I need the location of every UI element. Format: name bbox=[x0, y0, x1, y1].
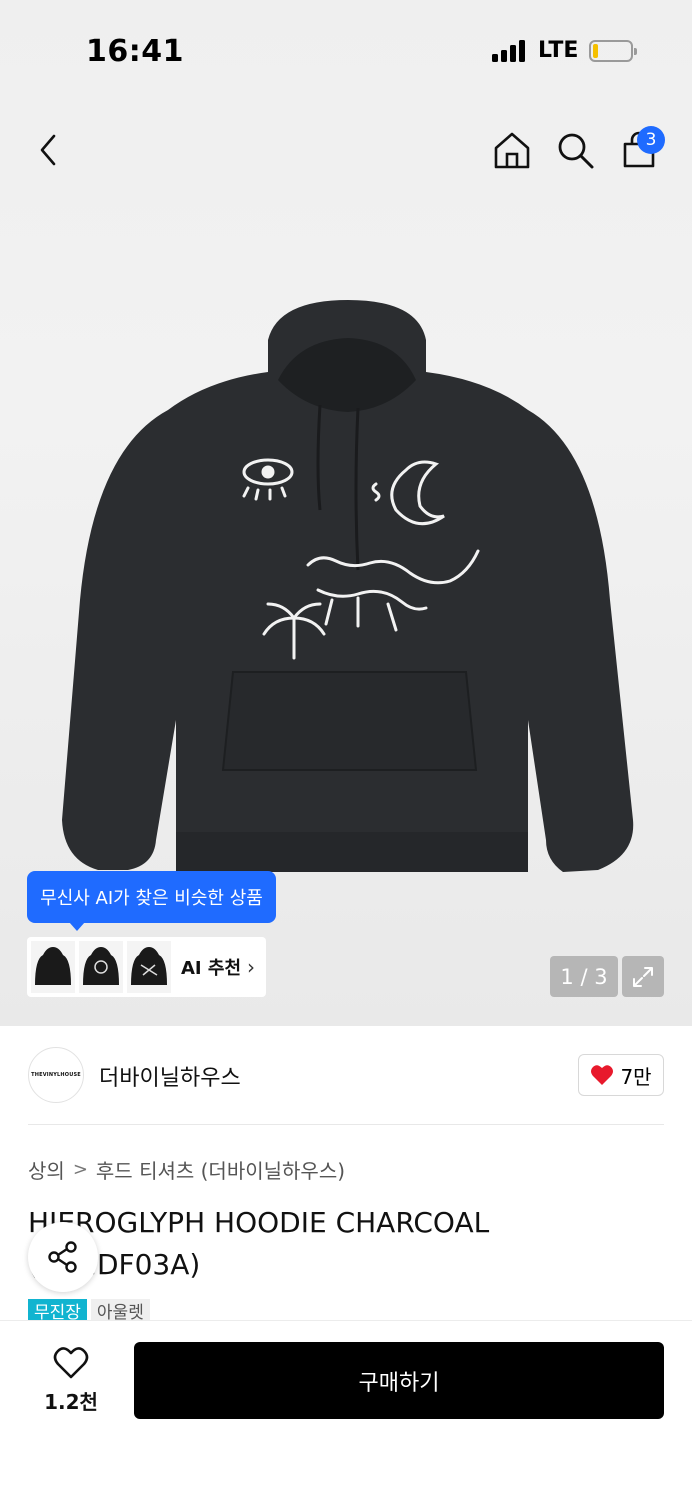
status-time: 16:41 bbox=[86, 34, 184, 69]
chevron-left-icon bbox=[40, 134, 56, 166]
search-button[interactable] bbox=[553, 128, 597, 172]
signal-icon bbox=[492, 40, 528, 62]
heart-outline-icon bbox=[53, 1347, 89, 1379]
product-image[interactable] bbox=[58, 300, 636, 878]
cart-count-badge: 3 bbox=[637, 126, 665, 154]
product-title: HIEROGLYPH HOODIE CHARCOAL (VH2DF03A) bbox=[28, 1206, 490, 1281]
battery-icon bbox=[589, 40, 637, 62]
top-nav bbox=[0, 110, 692, 190]
chevron-right-icon: > bbox=[72, 1159, 88, 1180]
ai-thumb-1[interactable] bbox=[31, 941, 75, 993]
back-button[interactable] bbox=[27, 128, 71, 172]
divider bbox=[28, 1124, 664, 1125]
brand-row[interactable]: THEVINYLHOUSE 더바이닐하우스 7만 bbox=[28, 1046, 664, 1106]
breadcrumb-category[interactable]: 상의 bbox=[28, 1155, 65, 1184]
ai-recommend-label: AI 추천 bbox=[181, 958, 242, 979]
ai-similar-tooltip[interactable]: 무신사 AI가 찾은 비슷한 상품 bbox=[27, 871, 276, 931]
breadcrumb: 상의 > 후드 티셔츠 (더바이닐하우스) bbox=[28, 1155, 345, 1184]
brand-like-button[interactable]: 7만 bbox=[578, 1054, 664, 1096]
brand-like-count: 7만 bbox=[620, 1064, 652, 1089]
network-label: LTE bbox=[538, 38, 579, 63]
share-button[interactable] bbox=[28, 1222, 98, 1292]
brand-logo-text: THEVINYLHOUSE bbox=[31, 1072, 81, 1078]
chevron-right-icon: › bbox=[247, 955, 256, 979]
home-button[interactable] bbox=[490, 128, 534, 172]
home-icon bbox=[494, 132, 530, 169]
ai-recommend-card[interactable]: AI 추천 › bbox=[27, 937, 266, 997]
heart-filled-icon bbox=[591, 1065, 614, 1085]
product-hero: 16:41 LTE 3 무신사 AI가 찾은 비슷한 상품 AI 추천 › 1 … bbox=[0, 0, 692, 1026]
image-page-indicator: 1 / 3 bbox=[550, 956, 618, 997]
ai-thumb-3[interactable] bbox=[127, 941, 171, 993]
wishlist-button[interactable]: 1.2천 bbox=[40, 1344, 102, 1414]
share-icon bbox=[48, 1241, 77, 1273]
status-bar: 16:41 LTE bbox=[0, 0, 692, 100]
wishlist-count: 1.2천 bbox=[44, 1390, 98, 1414]
search-icon bbox=[558, 133, 594, 169]
brand-name[interactable]: 더바이닐하우스 bbox=[99, 1060, 241, 1092]
expand-icon bbox=[633, 966, 653, 987]
brand-logo[interactable]: THEVINYLHOUSE bbox=[28, 1047, 84, 1103]
ai-thumb-2[interactable] bbox=[79, 941, 123, 993]
ai-tooltip-text: 무신사 AI가 찾은 비슷한 상품 bbox=[40, 888, 263, 909]
breadcrumb-subcategory[interactable]: 후드 티셔츠 (더바이닐하우스) bbox=[96, 1155, 345, 1184]
buy-button[interactable]: 구매하기 bbox=[134, 1342, 664, 1419]
expand-image-button[interactable] bbox=[622, 956, 664, 997]
